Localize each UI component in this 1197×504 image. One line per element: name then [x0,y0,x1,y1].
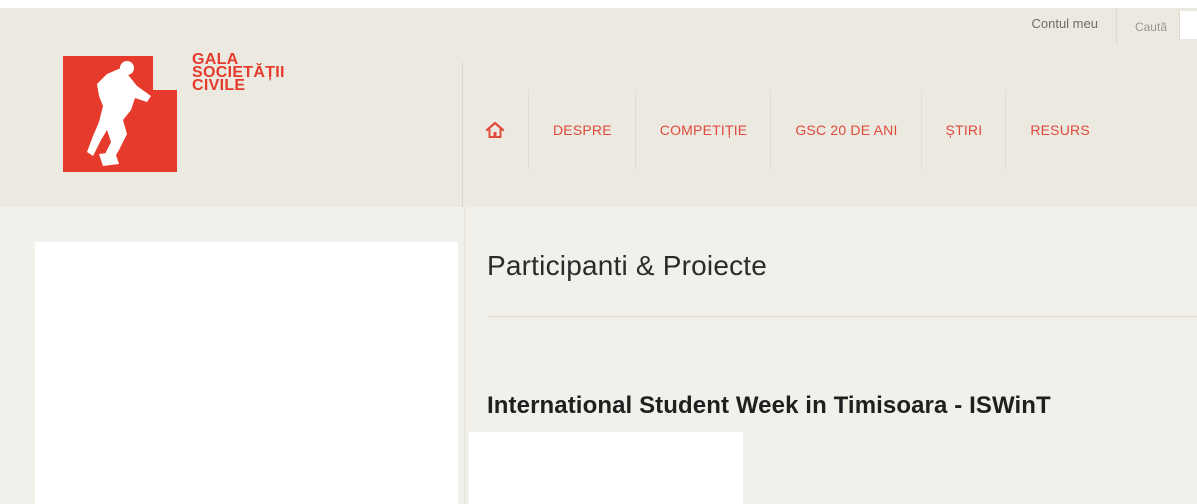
utility-bar: Contul meu Caută [1013,8,1197,45]
sidebar-panel [35,242,458,504]
home-icon [485,121,505,138]
search-input[interactable] [1179,10,1197,39]
account-link[interactable]: Contul meu [1013,8,1115,45]
nav-item-gsc-20-de-ani[interactable]: GSC 20 DE ANI [771,90,922,170]
page-title: Participanti & Proiecte [487,250,768,281]
nav-label: GSC 20 DE ANI [795,122,898,138]
nav-label: DESPRE [553,122,612,138]
nav-label: RESURS [1030,122,1090,138]
nav-item-despre[interactable]: DESPRE [529,90,636,170]
nav-item-stiri[interactable]: ȘTIRI [922,90,1007,170]
logo-text: GALA SOCIETĂȚII CIVILE [192,52,285,94]
nav-label: ȘTIRI [945,122,983,138]
search-label[interactable]: Caută [1117,11,1179,43]
project-title[interactable]: International Student Week in Timisoara … [487,392,1051,420]
site-logo[interactable]: GALA SOCIETĂȚII CIVILE [63,52,313,175]
project-image[interactable] [469,432,743,504]
top-frame [0,0,1197,8]
nav-label: COMPETIȚIE [659,122,748,138]
nav-item-competitie[interactable]: COMPETIȚIE [636,90,772,170]
nav-item-resurse[interactable]: RESURS [1006,90,1114,170]
climbing-figure-logo-icon [63,56,177,172]
main-nav: DESPRE COMPETIȚIE GSC 20 DE ANI ȘTIRI RE… [463,90,1114,170]
nav-item-home[interactable] [463,90,529,170]
content-divider [464,207,466,504]
title-divider [487,316,1197,317]
